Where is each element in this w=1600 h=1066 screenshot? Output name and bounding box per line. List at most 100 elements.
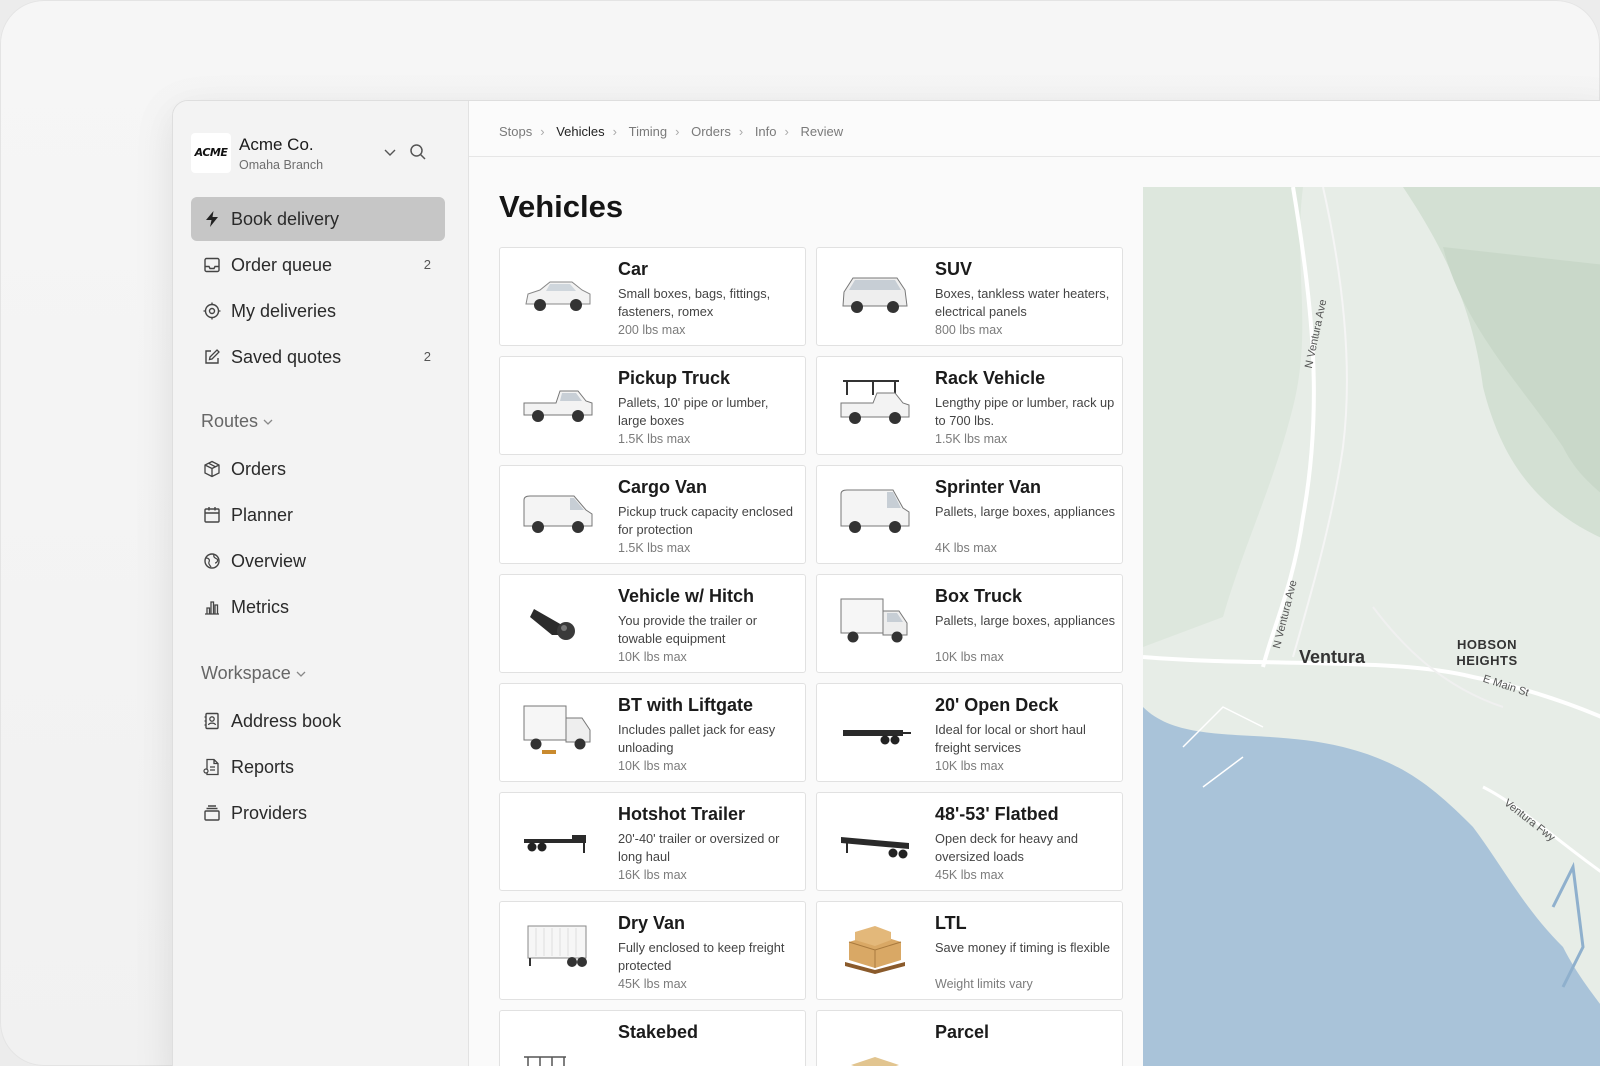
map-label-city: Ventura: [1299, 647, 1366, 667]
chevron-down-icon[interactable]: [383, 145, 397, 159]
nav-label: Orders: [231, 459, 287, 479]
vehicle-name: 48'-53' Flatbed: [935, 804, 1059, 824]
vehicle-max: 800 lbs max: [935, 323, 1003, 337]
dry-van-trailer-icon: [527, 925, 587, 967]
cargo-van-icon: [523, 495, 593, 533]
vehicle-name: LTL: [935, 913, 967, 933]
map-label-district: HOBSON HEIGHTS: [1456, 637, 1518, 668]
vehicle-desc: Fully enclosed to keep freight protected: [618, 940, 785, 973]
vehicle-card-ltl[interactable]: LTL Save money if timing is flexible Wei…: [816, 901, 1123, 1000]
vehicle-card-bt-with-liftgate[interactable]: BT with Liftgate Includes pallet jack fo…: [499, 683, 806, 782]
nav-label: Providers: [231, 803, 308, 823]
report-icon: [203, 758, 219, 776]
org-logo: ACME: [191, 133, 231, 173]
vehicle-card-rack-vehicle[interactable]: Rack Vehicle Lengthy pipe or lumber, rac…: [816, 356, 1123, 455]
vehicle-name: Sprinter Van: [935, 477, 1042, 497]
vehicle-max: 1.5K lbs max: [618, 432, 691, 446]
vehicle-card-cargo-van[interactable]: Cargo Van Pickup truck capacity enclosed…: [499, 465, 806, 564]
chevron-down-icon: [296, 671, 306, 678]
breadcrumb-info[interactable]: Info: [755, 124, 777, 139]
bar-chart-icon: [205, 601, 219, 615]
vehicle-max: 45K lbs max: [618, 977, 687, 991]
vehicle-name: Dry Van: [618, 913, 686, 933]
vehicle-card-vehicle-w-hitch[interactable]: Vehicle w/ Hitch You provide the trailer…: [499, 574, 806, 673]
edit-icon: [205, 349, 220, 364]
vehicle-desc: 20'-40' trailer or oversized or long hau…: [618, 831, 780, 864]
nav-my-deliveries[interactable]: My deliveries: [191, 289, 445, 333]
nav-saved-quotes[interactable]: Saved quotes 2: [191, 335, 445, 379]
vehicle-max: 10K lbs max: [618, 650, 687, 664]
nav-reports[interactable]: Reports: [191, 745, 445, 789]
count-badge: 2: [423, 349, 431, 364]
inbox-icon: [204, 257, 220, 273]
breadcrumb-timing[interactable]: Timing: [629, 124, 668, 139]
parcel-icon: [851, 1057, 899, 1066]
vehicle-card-48-53-flatbed[interactable]: 48'-53' Flatbed Open deck for heavy and …: [816, 792, 1123, 891]
vehicle-desc: Pallets, 10' pipe or lumber, large boxes: [618, 395, 769, 428]
vehicle-name: Cargo Van: [618, 477, 708, 497]
nav-orders[interactable]: Orders: [191, 447, 445, 491]
vehicle-max: 1.5K lbs max: [618, 541, 691, 555]
vehicle-card-parcel[interactable]: Parcel: [816, 1010, 1123, 1066]
nav-label: Overview: [231, 551, 307, 571]
vehicle-card-pickup-truck[interactable]: Pickup Truck Pallets, 10' pipe or lumber…: [499, 356, 806, 455]
chevron-right-icon: ›: [738, 124, 744, 139]
vehicle-name: Box Truck: [935, 586, 1023, 606]
vehicle-desc: Includes pallet jack for easy unloading: [618, 722, 776, 755]
nav-label: Planner: [231, 505, 294, 525]
vehicle-desc: Pickup truck capacity enclosed for prote…: [618, 504, 793, 537]
vehicle-desc: Pallets, large boxes, appliances: [935, 613, 1115, 628]
route-map[interactable]: Ventura HOBSON HEIGHTS N Ventura Ave N V…: [1143, 187, 1600, 1066]
search-icon[interactable]: [409, 143, 427, 161]
breadcrumb-stops[interactable]: Stops: [499, 124, 532, 139]
vehicle-max: 10K lbs max: [935, 650, 1004, 664]
vehicle-card-box-truck[interactable]: Box Truck Pallets, large boxes, applianc…: [816, 574, 1123, 673]
open-deck-trailer-icon: [843, 730, 911, 745]
nav-book-delivery[interactable]: Book delivery: [191, 197, 445, 241]
nav-address-book[interactable]: Address book: [191, 699, 445, 743]
box-icon: [204, 460, 220, 478]
vehicle-name: 20' Open Deck: [935, 695, 1059, 715]
section-routes[interactable]: Routes: [201, 411, 274, 432]
vehicle-card-suv[interactable]: SUV Boxes, tankless water heaters, elect…: [816, 247, 1123, 346]
breadcrumb-orders[interactable]: Orders: [691, 124, 731, 139]
suv-icon: [842, 277, 908, 313]
vehicle-max: 200 lbs max: [618, 323, 686, 337]
vehicle-name: Parcel: [935, 1022, 990, 1042]
vehicle-max: 10K lbs max: [935, 759, 1004, 773]
vehicle-card-20-open-deck[interactable]: 20' Open Deck Ideal for local or short h…: [816, 683, 1123, 782]
nav-providers[interactable]: Providers: [191, 791, 445, 835]
vehicle-max: 16K lbs max: [618, 868, 687, 882]
vehicle-name: Pickup Truck: [618, 368, 731, 388]
nav-label: Order queue: [231, 255, 333, 275]
main-content: Stops › Vehicles › Timing › Orders › Info › R…: [469, 101, 1600, 1066]
vehicle-name: Car: [618, 259, 649, 279]
stakebed-icon: [524, 1056, 566, 1066]
rack-truck-icon: [840, 380, 910, 424]
nav-label: Reports: [231, 757, 295, 777]
vehicle-card-hotshot-trailer[interactable]: Hotshot Trailer 20'-40' trailer or overs…: [499, 792, 806, 891]
nav-metrics[interactable]: Metrics: [191, 585, 445, 629]
section-workspace[interactable]: Workspace: [201, 663, 307, 684]
vehicle-card-car[interactable]: Car Small boxes, bags, fittings, fastene…: [499, 247, 806, 346]
vehicle-desc: Small boxes, bags, fittings, fasteners, …: [618, 286, 771, 319]
org-name: Acme Co.: [239, 135, 314, 154]
org-branch: Omaha Branch: [239, 158, 324, 172]
vehicle-max: Weight limits vary: [935, 977, 1033, 991]
breadcrumb-vehicles[interactable]: Vehicles: [556, 124, 604, 139]
chevron-right-icon: ›: [612, 124, 617, 139]
car-icon: [525, 281, 591, 311]
map-canvas: [1143, 187, 1600, 1066]
nav-order-queue[interactable]: Order queue 2: [191, 243, 445, 287]
vehicle-card-stakebed[interactable]: Stakebed: [499, 1010, 806, 1066]
liftgate-truck-icon: [523, 705, 591, 754]
breadcrumb-review[interactable]: Review: [800, 124, 843, 139]
page-title: Vehicles: [499, 189, 624, 224]
org-switcher[interactable]: ACME Acme Co. Omaha Branch: [191, 131, 451, 175]
section-label: Routes: [201, 411, 259, 431]
vehicle-card-sprinter-van[interactable]: Sprinter Van Pallets, large boxes, appli…: [816, 465, 1123, 564]
vehicle-max: 10K lbs max: [618, 759, 687, 773]
nav-planner[interactable]: Planner: [191, 493, 445, 537]
nav-overview[interactable]: Overview: [191, 539, 445, 583]
vehicle-card-dry-van[interactable]: Dry Van Fully enclosed to keep freight p…: [499, 901, 806, 1000]
